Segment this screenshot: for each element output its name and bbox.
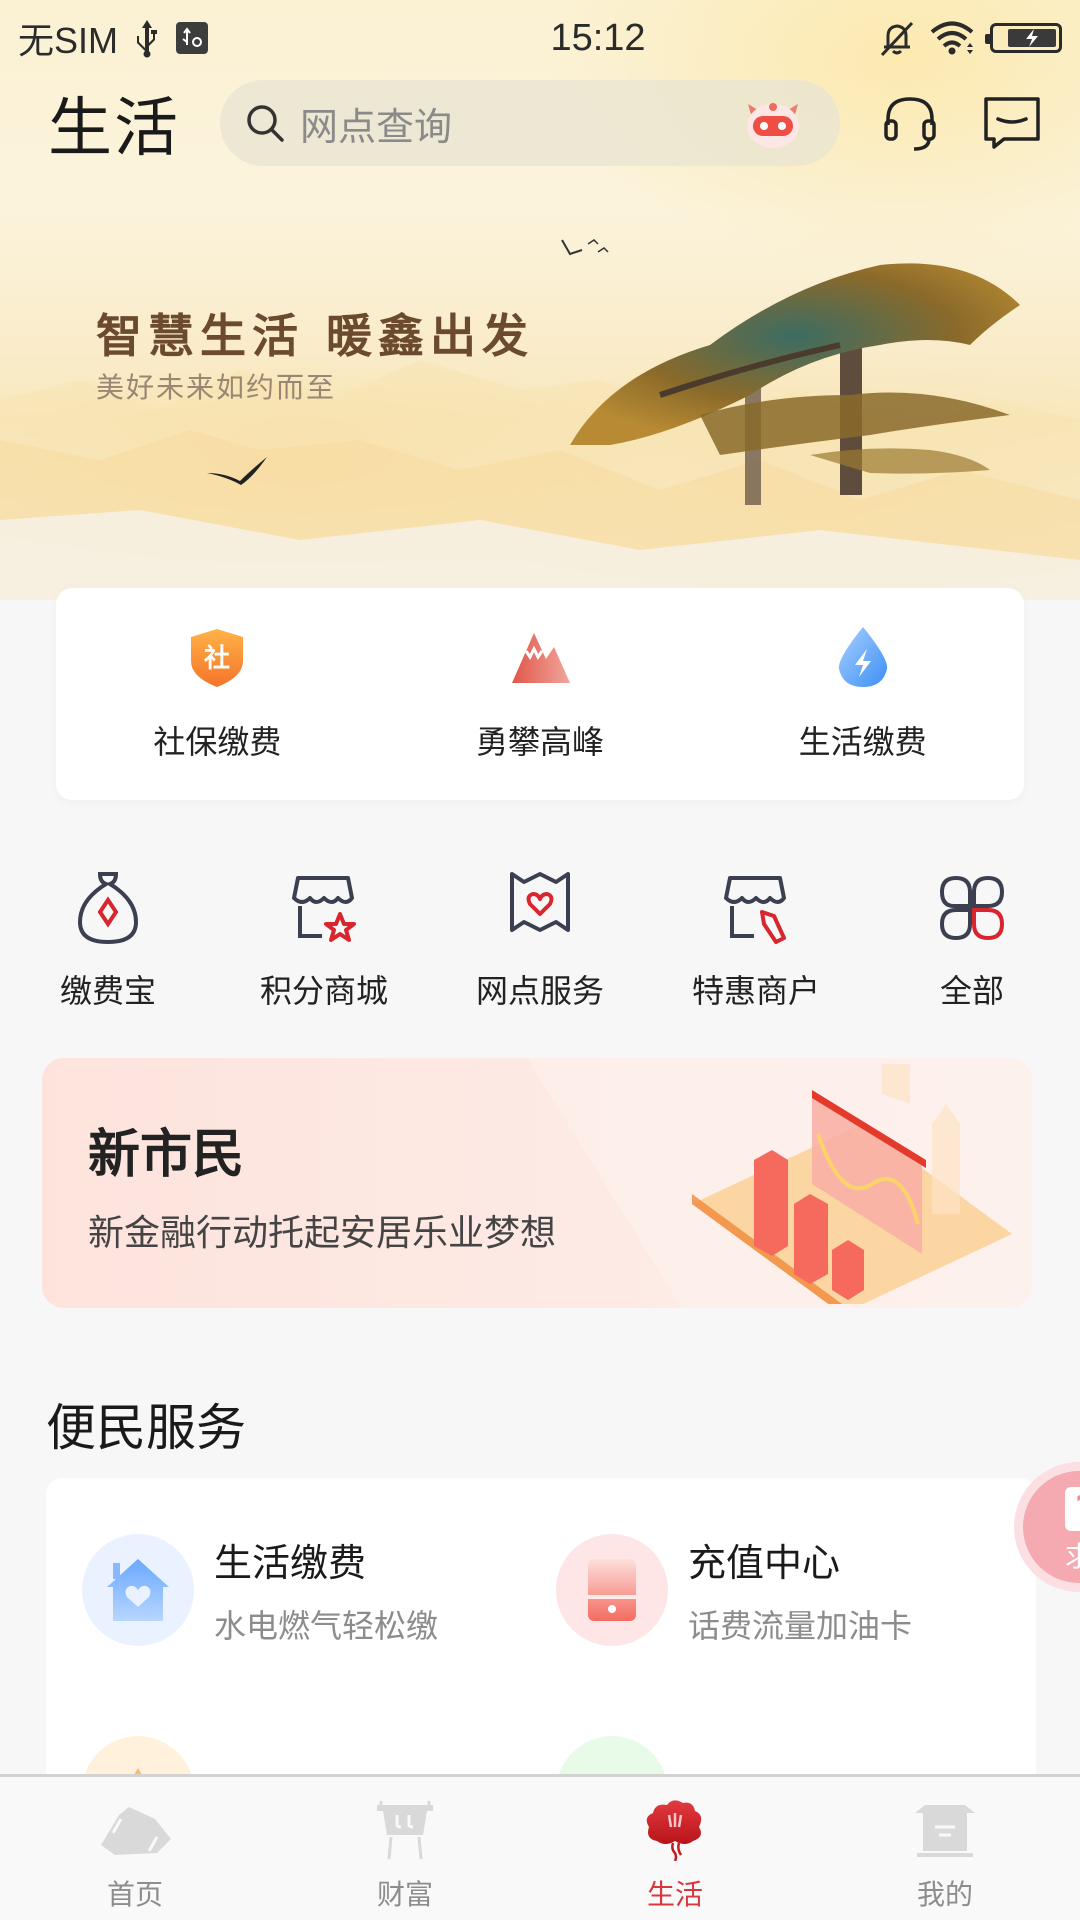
service-subtitle: 水电燃气轻松缴 <box>214 1607 439 1645</box>
usb-debug-icon <box>176 22 209 54</box>
clock: 15:12 <box>550 16 646 59</box>
grid-item-label: 积分商城 <box>259 972 388 1010</box>
help-question-icon: ? <box>1065 1487 1080 1531</box>
grid-menu: 缴费宝 积分商城 网点服务 特惠商户 全部 <box>0 870 1080 1020</box>
tab-label: 财富 <box>376 1878 433 1911</box>
search-input[interactable]: 网点查询 <box>300 96 742 151</box>
grid-item-branch-service[interactable]: 网点服务 <box>460 870 620 1020</box>
service-icon-bg <box>82 1533 194 1646</box>
new-citizen-promo-banner[interactable]: 新市民 新金融行动托起安居乐业梦想 <box>42 1058 1032 1308</box>
app-header: 生活 网点查询 <box>0 78 1080 168</box>
grid-item-all[interactable]: 全部 <box>892 870 1052 1020</box>
banner-subtitle: 美好未来如约而至 <box>96 371 337 404</box>
bird-icon <box>207 457 267 485</box>
wifi-icon <box>930 21 974 55</box>
quick-action-label: 生活缴费 <box>798 723 927 761</box>
tab-label: 生活 <box>646 1878 703 1911</box>
quick-action-utility-payment[interactable]: 生活缴费 <box>733 625 993 763</box>
quick-action-label: 社保缴费 <box>153 723 282 761</box>
tab-label: 我的 <box>916 1878 973 1911</box>
service-utility-payment[interactable]: 生活缴费 水电燃气轻松缴 <box>82 1532 438 1647</box>
grid-item-payment-treasure[interactable]: 缴费宝 <box>28 870 188 1020</box>
ticket-heart-icon <box>510 872 570 932</box>
finance-chart-illustration <box>692 1064 1012 1304</box>
usb-icon <box>137 20 158 58</box>
help-label: 求 <box>1065 1540 1080 1573</box>
tab-profile[interactable]: 我的 <box>845 1797 1045 1913</box>
tab-life[interactable]: 生活 <box>575 1797 775 1913</box>
quick-action-climb-peak[interactable]: 勇攀高峰 <box>410 625 670 763</box>
water-drop-bolt-icon <box>838 627 887 687</box>
life-cloud-icon <box>646 1800 702 1861</box>
search-bar[interactable]: 网点查询 <box>220 80 840 166</box>
promo-subtitle: 新金融行动托起安居乐业梦想 <box>88 1213 557 1254</box>
promo-title: 新市民 <box>88 1125 245 1185</box>
all-apps-icon <box>939 875 1005 941</box>
bottom-tab-bar: 首页 财富 生活 我的 <box>0 1774 1080 1920</box>
quick-actions-card: 社 社保缴费 勇攀高峰 生活缴费 <box>56 588 1024 800</box>
tab-wealth[interactable]: 财富 <box>305 1797 505 1913</box>
quick-action-social-insurance[interactable]: 社 社保缴费 <box>87 625 347 763</box>
service-recharge-center[interactable]: 充值中心 话费流量加油卡 <box>556 1532 912 1647</box>
quick-action-label: 勇攀高峰 <box>475 723 604 761</box>
grid-item-label: 全部 <box>939 972 1004 1010</box>
search-icon <box>247 105 284 142</box>
status-bar: 无SIM 15:12 <box>0 0 1080 76</box>
profile-pavilion-icon <box>915 1805 975 1857</box>
grid-item-discount-merchants[interactable]: 特惠商户 <box>676 870 836 1020</box>
robot-assistant-icon[interactable] <box>742 96 804 150</box>
service-icon-bg <box>556 1533 668 1646</box>
battery-icon <box>985 23 1062 53</box>
customer-service-headset-icon[interactable] <box>878 91 942 155</box>
grid-item-label: 缴费宝 <box>59 972 156 1010</box>
wealth-vessel-icon <box>377 1801 433 1860</box>
grid-item-label: 特惠商户 <box>691 972 820 1010</box>
pine-tree-illustration <box>570 263 1020 505</box>
bell-muted-icon <box>880 21 914 57</box>
charging-bolt-icon <box>1026 29 1038 47</box>
store-tag-icon <box>724 876 786 944</box>
banner-title[interactable]: 智慧生活 暖鑫出发 <box>96 300 534 366</box>
message-icon[interactable] <box>980 91 1044 155</box>
store-star-icon <box>292 876 356 942</box>
service-title: 充值中心 <box>688 1541 841 1585</box>
page-title: 生活 <box>48 92 180 166</box>
home-mountain-icon <box>101 1807 171 1855</box>
carrier-label: 无SIM <box>18 20 119 61</box>
tab-home[interactable]: 首页 <box>35 1797 235 1913</box>
mountain-peak-icon <box>511 633 570 683</box>
house-heart-icon <box>107 1558 169 1621</box>
service-title: 生活缴费 <box>214 1541 367 1585</box>
social-insurance-shield-icon: 社 <box>191 629 244 687</box>
money-bag-icon <box>77 872 139 945</box>
grid-item-points-mall[interactable]: 积分商城 <box>244 870 404 1020</box>
section-title-convenience-services: 便民服务 <box>46 1399 246 1457</box>
grid-item-label: 网点服务 <box>475 972 604 1010</box>
phone-card-icon <box>588 1558 636 1621</box>
service-subtitle: 话费流量加油卡 <box>688 1607 913 1645</box>
social-insurance-glyph: 社 <box>204 643 230 674</box>
tab-label: 首页 <box>106 1878 163 1911</box>
